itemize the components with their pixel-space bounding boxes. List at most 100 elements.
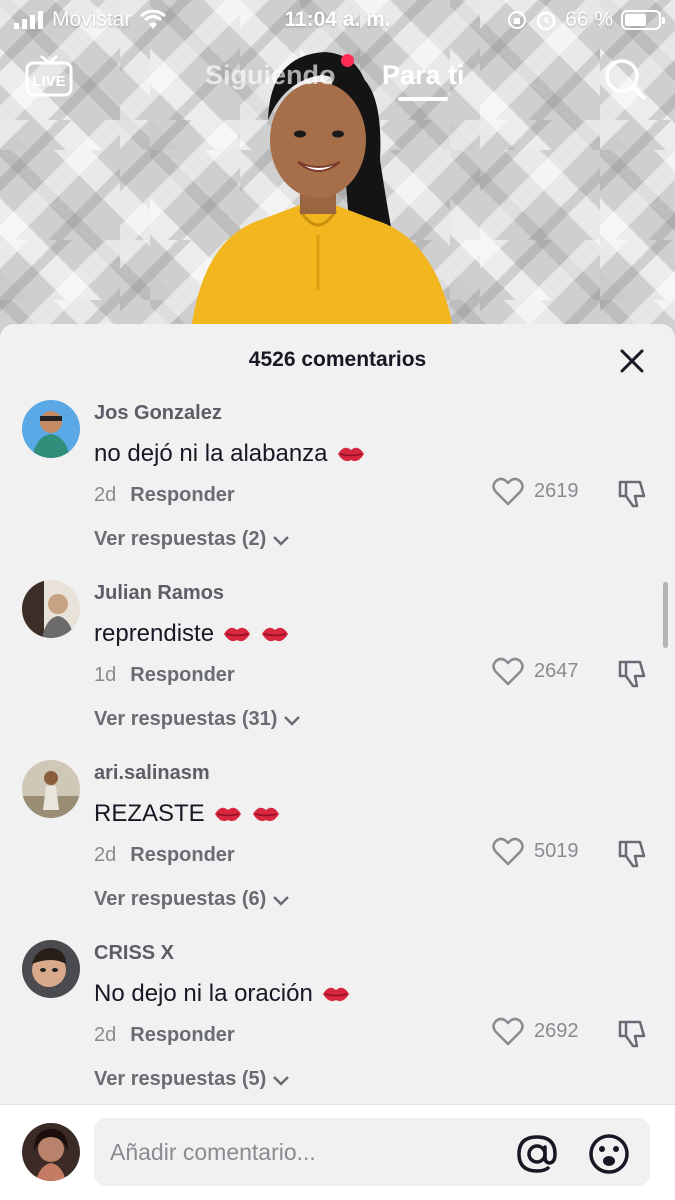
view-replies-label: Ver respuestas (5) bbox=[94, 1068, 267, 1090]
comment-age: 2d bbox=[94, 844, 117, 866]
search-button[interactable] bbox=[602, 56, 648, 102]
live-icon: LIVE bbox=[25, 55, 73, 97]
kiss-mark-icon bbox=[322, 987, 349, 1002]
kiss-mark-icon bbox=[252, 807, 279, 822]
comment-username[interactable]: Julian Ramos bbox=[94, 582, 224, 605]
comment-item: ari.salinasm REZASTE 2d Responder 5019 V… bbox=[0, 760, 675, 940]
dislike-button[interactable] bbox=[616, 1018, 648, 1050]
at-icon bbox=[517, 1135, 557, 1173]
emoji-button[interactable] bbox=[588, 1133, 630, 1175]
kiss-mark-icon bbox=[262, 627, 289, 642]
tab-for-you[interactable]: Para ti bbox=[382, 60, 465, 101]
kiss-mark-icon bbox=[224, 627, 251, 642]
orientation-lock-icon bbox=[508, 11, 527, 29]
kiss-mark-icon bbox=[337, 447, 364, 462]
chevron-down-icon bbox=[273, 895, 290, 906]
comment-text: REZASTE bbox=[94, 800, 281, 828]
signal-icon bbox=[14, 11, 43, 29]
reply-button[interactable]: Responder bbox=[130, 664, 234, 687]
like-count: 2692 bbox=[534, 1019, 579, 1042]
like-count: 2647 bbox=[534, 659, 579, 682]
comment-item: CRISS X No dejo ni la oración 2d Respond… bbox=[0, 940, 675, 1120]
comment-meta: 2d Responder bbox=[94, 1024, 235, 1047]
battery-fill bbox=[625, 14, 647, 26]
comment-meta: 2d Responder bbox=[94, 844, 235, 867]
live-label: LIVE bbox=[32, 73, 65, 90]
avatar[interactable] bbox=[22, 760, 80, 818]
active-tab-indicator bbox=[398, 97, 449, 101]
comment-text: reprendiste bbox=[94, 620, 290, 648]
alarm-icon bbox=[536, 11, 556, 31]
reply-button[interactable]: Responder bbox=[130, 484, 234, 507]
chevron-down-icon bbox=[284, 715, 301, 726]
dislike-icon bbox=[618, 480, 646, 508]
mention-button[interactable] bbox=[516, 1133, 558, 1175]
comment-input-bar bbox=[0, 1104, 675, 1200]
sheet-header: 4526 comentarios bbox=[0, 324, 675, 396]
kiss-mark-icon bbox=[214, 807, 241, 822]
emoji-icon bbox=[589, 1134, 629, 1174]
battery-percent: 66 % bbox=[565, 8, 613, 31]
reply-button[interactable]: Responder bbox=[130, 844, 234, 867]
like-count: 5019 bbox=[534, 839, 579, 862]
comment-username[interactable]: CRISS X bbox=[94, 942, 174, 965]
top-nav: LIVE Siguiendo Para ti bbox=[0, 48, 675, 112]
comment-username[interactable]: ari.salinasm bbox=[94, 762, 210, 785]
notification-dot bbox=[341, 54, 354, 67]
dislike-icon bbox=[618, 660, 646, 688]
close-button[interactable] bbox=[619, 348, 645, 374]
comment-age: 2d bbox=[94, 484, 117, 506]
like-button[interactable]: 2647 bbox=[492, 656, 579, 686]
like-button[interactable]: 2692 bbox=[492, 1016, 579, 1046]
heart-icon bbox=[492, 1017, 524, 1046]
user-avatar[interactable] bbox=[22, 1123, 80, 1181]
view-replies-label: Ver respuestas (6) bbox=[94, 888, 267, 910]
avatar[interactable] bbox=[22, 580, 80, 638]
comment-item: Julian Ramos reprendiste 1d Responder 26… bbox=[0, 580, 675, 760]
wifi-icon bbox=[140, 10, 167, 29]
comment-body: No dejo ni la oración bbox=[94, 980, 313, 1007]
tab-following[interactable]: Siguiendo bbox=[205, 60, 336, 91]
avatar[interactable] bbox=[22, 400, 80, 458]
comment-count: 4526 comentarios bbox=[248, 348, 427, 371]
chevron-down-icon bbox=[273, 1075, 290, 1086]
comment-username[interactable]: Jos Gonzalez bbox=[94, 402, 222, 425]
comment-item: Jos Gonzalez no dejó ni la alabanza 2d R… bbox=[0, 400, 675, 580]
carrier-name: Movistar bbox=[52, 8, 132, 31]
dislike-icon bbox=[618, 1020, 646, 1048]
comment-input[interactable] bbox=[94, 1118, 650, 1186]
view-replies-button[interactable]: Ver respuestas (6) bbox=[94, 888, 290, 911]
reply-button[interactable]: Responder bbox=[130, 1024, 234, 1047]
like-button[interactable]: 2619 bbox=[492, 476, 579, 506]
search-icon bbox=[605, 59, 646, 100]
battery-icon bbox=[621, 10, 665, 30]
comment-age: 2d bbox=[94, 1024, 117, 1046]
view-replies-button[interactable]: Ver respuestas (5) bbox=[94, 1068, 290, 1091]
comment-meta: 1d Responder bbox=[94, 664, 235, 687]
view-replies-label: Ver respuestas (31) bbox=[94, 708, 278, 730]
chevron-down-icon bbox=[273, 535, 290, 546]
comment-text: No dejo ni la oración bbox=[94, 980, 351, 1008]
dislike-button[interactable] bbox=[616, 658, 648, 690]
dislike-button[interactable] bbox=[616, 838, 648, 870]
status-bar: Movistar 11:04 a. m. 66 % bbox=[0, 0, 675, 40]
comment-body: no dejó ni la alabanza bbox=[94, 440, 328, 467]
dislike-button[interactable] bbox=[616, 478, 648, 510]
view-replies-button[interactable]: Ver respuestas (2) bbox=[94, 528, 290, 551]
heart-icon bbox=[492, 657, 524, 686]
dislike-icon bbox=[618, 840, 646, 868]
close-icon bbox=[620, 349, 644, 373]
like-button[interactable]: 5019 bbox=[492, 836, 579, 866]
heart-icon bbox=[492, 837, 524, 866]
comments-sheet: 4526 comentarios Jos Gonzalez no dejó ni… bbox=[0, 324, 675, 1200]
view-replies-button[interactable]: Ver respuestas (31) bbox=[94, 708, 301, 731]
comment-text: no dejó ni la alabanza bbox=[94, 440, 366, 468]
avatar[interactable] bbox=[22, 940, 80, 998]
comment-body: reprendiste bbox=[94, 620, 215, 647]
live-button[interactable]: LIVE bbox=[24, 54, 74, 100]
comment-age: 1d bbox=[94, 664, 117, 686]
comment-meta: 2d Responder bbox=[94, 484, 235, 507]
tab-for-you-label: Para ti bbox=[382, 60, 465, 90]
comment-body: REZASTE bbox=[94, 800, 205, 827]
heart-icon bbox=[492, 477, 524, 506]
